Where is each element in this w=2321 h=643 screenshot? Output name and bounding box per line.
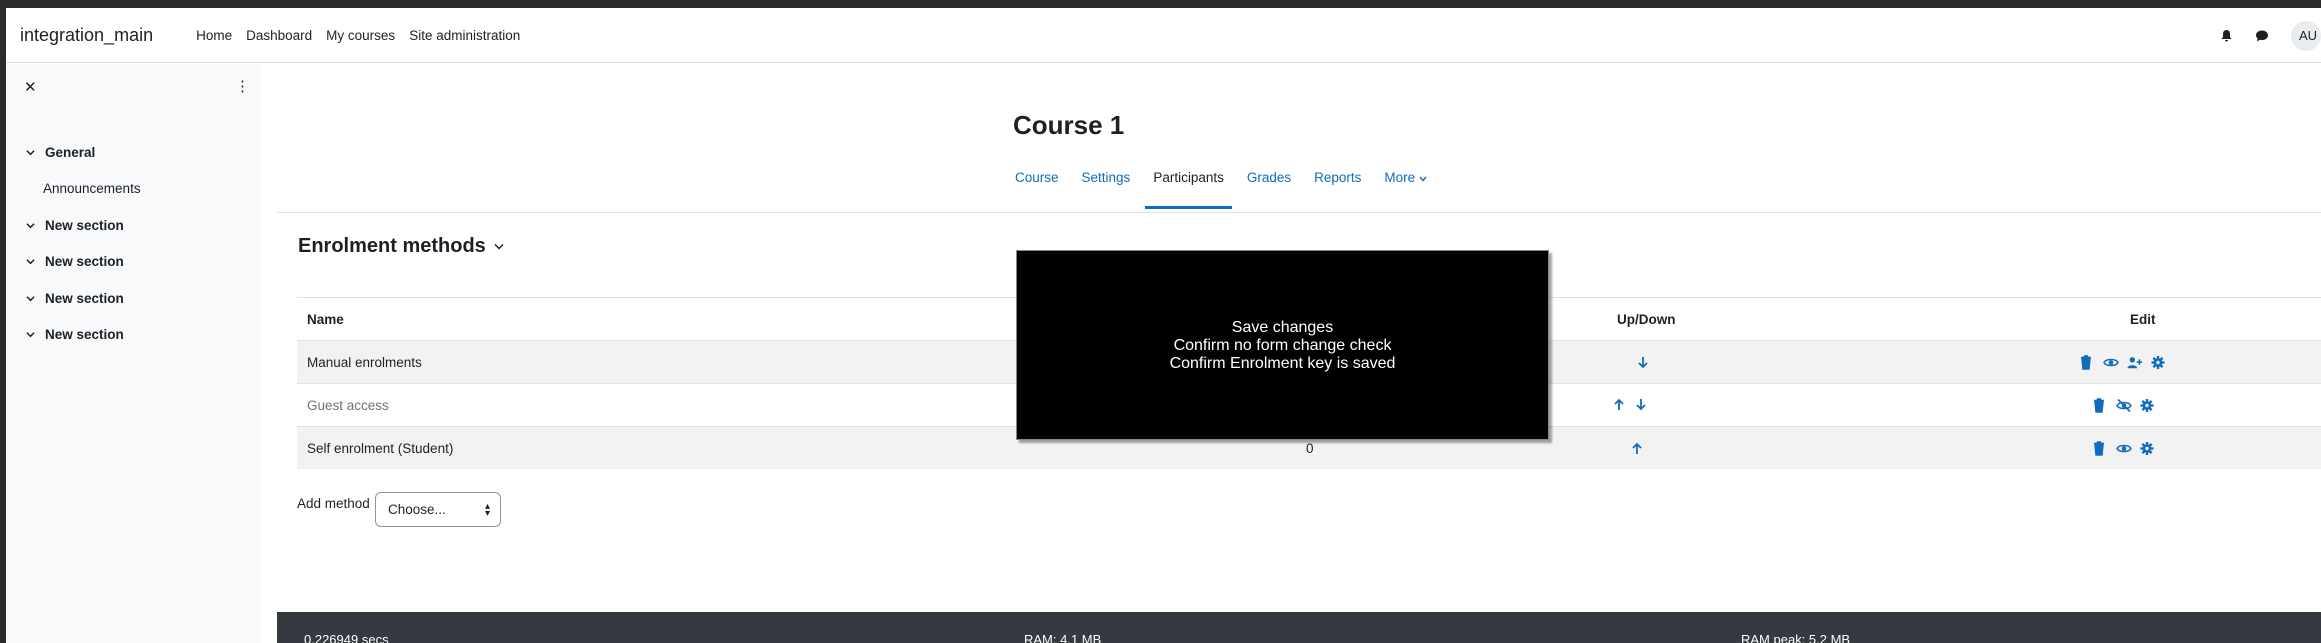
- column-header-edit: Edit: [2130, 312, 2156, 327]
- footer-time: 0.226949 secs: [304, 632, 389, 643]
- method-name: Guest access: [307, 398, 389, 413]
- chevron-down-icon: [26, 222, 35, 229]
- gear-icon[interactable]: [2151, 355, 2167, 371]
- section-general[interactable]: General: [6, 134, 261, 171]
- method-name: Self enrolment (Student): [307, 441, 454, 456]
- chevron-down-icon: [1419, 176, 1427, 182]
- chevron-down-icon: [26, 259, 35, 265]
- move-arrows: [1613, 384, 1647, 427]
- course-secondary-nav: Course Settings Participants Grades Repo…: [1007, 170, 1442, 209]
- kebab-menu-icon[interactable]: ⋮: [235, 77, 250, 95]
- move-down-icon[interactable]: [1637, 341, 1649, 384]
- chevron-down-icon: [26, 149, 35, 156]
- chevron-down-icon: [494, 243, 504, 250]
- chevron-down-icon: [26, 295, 35, 302]
- nav-site-administration[interactable]: Site administration: [402, 28, 527, 43]
- bell-icon[interactable]: [2219, 29, 2233, 43]
- gear-icon[interactable]: [2140, 441, 2156, 457]
- chevron-down-icon: [26, 332, 35, 338]
- trash-icon[interactable]: [2092, 397, 2108, 414]
- eye-icon[interactable]: [2103, 355, 2119, 371]
- section-new-3[interactable]: New section: [6, 280, 261, 317]
- chat-icon[interactable]: [2255, 29, 2269, 43]
- tab-divider: [277, 212, 2321, 213]
- enrolment-methods-heading[interactable]: Enrolment methods: [298, 235, 504, 258]
- trash-icon[interactable]: [2092, 440, 2108, 457]
- eye-icon[interactable]: [2116, 441, 2132, 457]
- site-brand[interactable]: integration_main: [20, 25, 153, 46]
- test-overlay-box: Save changes Confirm no form change chec…: [1016, 250, 1549, 440]
- column-header-updown: Up/Down: [1617, 312, 1676, 327]
- nav-my-courses[interactable]: My courses: [319, 28, 402, 43]
- overlay-line: Confirm no form change check: [1173, 337, 1392, 354]
- section-label: New section: [45, 254, 124, 270]
- section-label: New section: [45, 327, 124, 343]
- section-new-1[interactable]: New section: [6, 207, 261, 244]
- course-index-list: General Announcements New section New se…: [6, 134, 261, 353]
- tab-more-label: More: [1384, 170, 1416, 185]
- tab-settings[interactable]: Settings: [1074, 170, 1139, 203]
- browser-frame: integration_main Home Dashboard My cours…: [6, 8, 2321, 643]
- section-label: New section: [45, 217, 124, 233]
- page-title: Course 1: [1013, 110, 1125, 140]
- add-method-label: Add method: [297, 496, 370, 511]
- select-caret-icon: ▴ ▾: [484, 501, 490, 519]
- user-avatar[interactable]: AU: [2291, 20, 2321, 51]
- section-new-2[interactable]: New section: [6, 244, 261, 281]
- activity-label: Announcements: [43, 181, 141, 197]
- course-index-drawer: ✕ ⋮ General Announcements New section Ne…: [6, 64, 261, 643]
- enrol-users-icon[interactable]: [2127, 355, 2143, 371]
- edit-actions: [2092, 427, 2156, 470]
- nav-dashboard[interactable]: Dashboard: [239, 28, 319, 43]
- overlay-line: Save changes: [1231, 319, 1334, 336]
- activity-announcements[interactable]: Announcements: [6, 171, 261, 208]
- tab-reports[interactable]: Reports: [1306, 170, 1369, 203]
- section-label: New section: [45, 290, 124, 306]
- edit-actions: [2079, 341, 2167, 384]
- footer-ram-peak: RAM peak: 5.2 MB: [1741, 632, 1851, 643]
- performance-footer: 0.226949 secs RAM: 4.1 MB RAM peak: 5.2 …: [277, 612, 2321, 643]
- section-label: General: [45, 144, 96, 160]
- top-navbar: integration_main Home Dashboard My cours…: [6, 8, 2321, 63]
- move-up-icon[interactable]: [1631, 427, 1643, 470]
- column-header-name: Name: [307, 312, 344, 327]
- tab-participants[interactable]: Participants: [1145, 170, 1232, 209]
- section-new-4[interactable]: New section: [6, 317, 261, 354]
- overlay-line: Confirm Enrolment key is saved: [1169, 355, 1396, 372]
- move-up-icon[interactable]: [1613, 398, 1625, 414]
- tab-course[interactable]: Course: [1007, 170, 1067, 203]
- eye-slash-icon[interactable]: [2116, 398, 2132, 414]
- move-down-icon[interactable]: [1635, 398, 1647, 414]
- nav-home[interactable]: Home: [189, 28, 239, 43]
- footer-ram: RAM: 4.1 MB: [1024, 632, 1102, 643]
- trash-icon[interactable]: [2079, 354, 2095, 371]
- edit-actions: [2092, 384, 2156, 427]
- add-method-select[interactable]: Choose... ▴ ▾: [375, 492, 501, 527]
- close-icon[interactable]: ✕: [24, 78, 37, 96]
- heading-text: Enrolment methods: [298, 235, 486, 257]
- tab-more[interactable]: More: [1376, 170, 1435, 203]
- gear-icon[interactable]: [2140, 398, 2156, 414]
- method-name: Manual enrolments: [307, 355, 422, 370]
- select-value: Choose...: [388, 502, 446, 517]
- primary-navigation: Home Dashboard My courses Site administr…: [189, 28, 527, 43]
- tab-grades[interactable]: Grades: [1239, 170, 1299, 203]
